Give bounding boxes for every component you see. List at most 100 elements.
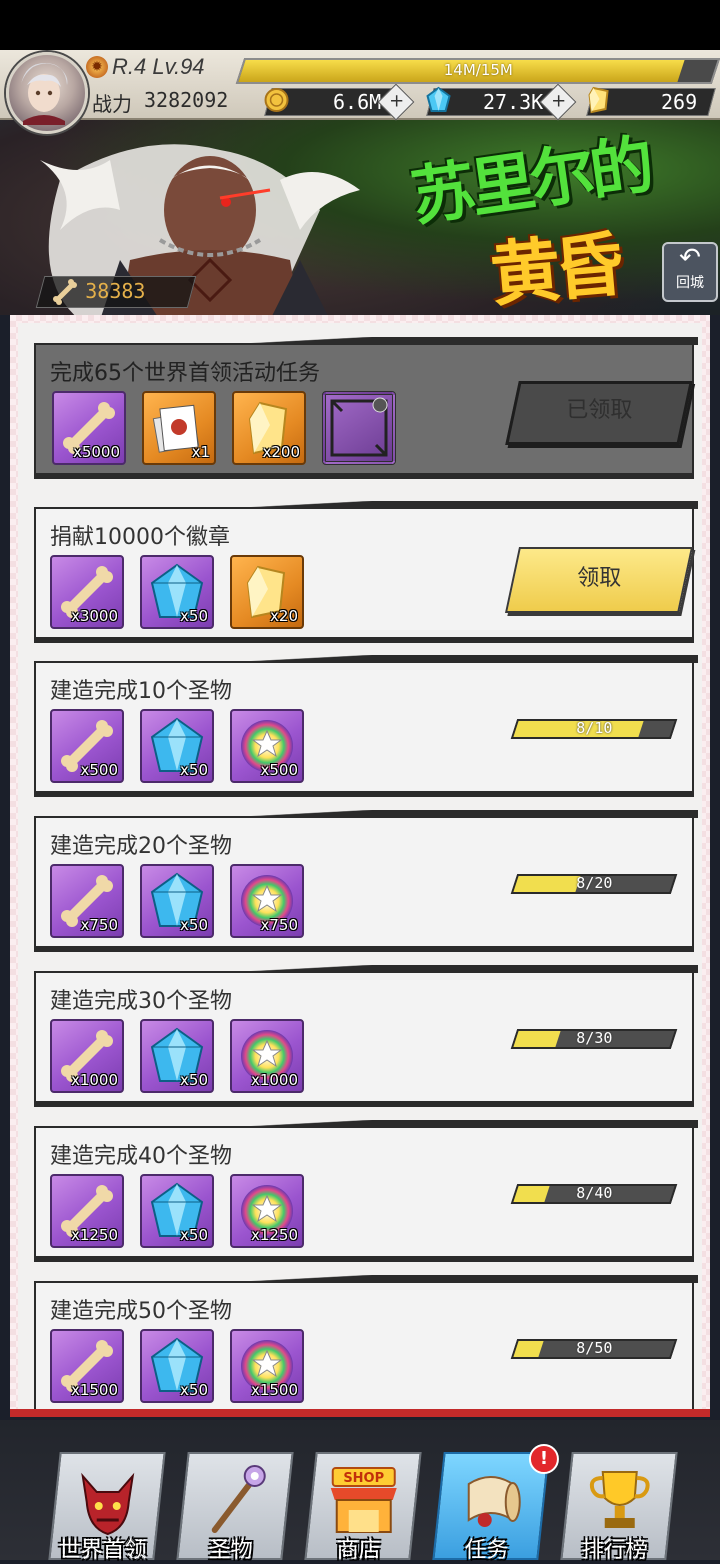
xp-text: 14M/15M xyxy=(443,61,513,79)
task-row: 建造完成50个圣物 x1500 x50 x1500 8/50 xyxy=(34,1275,698,1409)
event-title-line2: 黄昏 xyxy=(487,222,622,315)
reward-item[interactable]: x20 xyxy=(230,555,304,629)
reward-item[interactable]: x1000 xyxy=(50,1019,124,1093)
reward-qty: x1000 xyxy=(70,1071,118,1089)
task-progress-text: 8/20 xyxy=(576,874,613,892)
nav-shop[interactable]: SHOP 商店 xyxy=(304,1452,422,1563)
shop-stall-icon: SHOP xyxy=(330,1467,397,1533)
task-list[interactable]: 完成65个世界首领活动任务 x5000 x1 x200 已领取 捐献10000个… xyxy=(18,323,702,1409)
nav-relics[interactable]: 圣物 xyxy=(176,1452,294,1563)
reward-qty: x50 xyxy=(180,916,208,934)
nav-label: 商店 xyxy=(336,1538,381,1563)
task-title: 完成65个世界首领活动任务 xyxy=(50,361,320,386)
gold-value: 6.6M xyxy=(332,90,381,114)
reward-qty: x20 xyxy=(270,607,298,625)
reward-item[interactable]: x3000 xyxy=(50,555,124,629)
task-row: 建造完成20个圣物 x750 x50 x750 8/20 xyxy=(34,810,698,952)
power-value: 3282092 xyxy=(144,88,229,112)
reward-item[interactable]: x1 xyxy=(142,391,216,465)
event-header: ✹ R.4 Lv.94 14M/15M 战力 3282092 6.6M + 27… xyxy=(0,50,720,315)
reward-qty: x1 xyxy=(191,443,210,461)
demon-mask-icon xyxy=(81,1472,135,1536)
reward-item[interactable]: x200 xyxy=(232,391,306,465)
rank-badge-icon: ✹ xyxy=(86,56,108,78)
gem-resource: 27.3K + xyxy=(426,83,577,121)
task-row: 捐献10000个徽章 x3000 x50 x20 领取 xyxy=(34,501,698,643)
task-title: 建造完成30个圣物 xyxy=(50,989,232,1014)
reward-qty: x5000 xyxy=(72,443,120,461)
status-bar xyxy=(0,0,720,50)
task-title: 建造完成40个圣物 xyxy=(50,1144,232,1169)
reward-item[interactable]: x50 xyxy=(140,1174,214,1248)
blue-gem-icon xyxy=(426,86,451,112)
shop-sign-text: SHOP xyxy=(343,1471,384,1486)
task-progress-bar: 8/10 xyxy=(510,719,678,739)
reward-item[interactable]: x1500 xyxy=(230,1329,304,1403)
reward-item[interactable]: x500 xyxy=(230,709,304,783)
gem-value: 27.3K xyxy=(482,90,543,114)
nav-tasks[interactable]: ! 任务 xyxy=(432,1444,559,1563)
nav-world-boss[interactable]: 世界首领 xyxy=(48,1452,166,1563)
xp-bar: 14M/15M xyxy=(235,58,720,84)
reward-item[interactable]: x50 xyxy=(140,1329,214,1403)
task-progress-text: 8/40 xyxy=(576,1184,613,1202)
gold-resource: 6.6M + xyxy=(264,83,415,121)
task-panel: 完成65个世界首领活动任务 x5000 x1 x200 已领取 捐献10000个… xyxy=(10,315,710,1417)
reward-item[interactable]: x50 xyxy=(140,1019,214,1093)
reward-qty: x50 xyxy=(180,761,208,779)
claimed-label: 已领取 xyxy=(566,398,633,423)
reward-item[interactable]: x1250 xyxy=(230,1174,304,1248)
reward-qty: x1250 xyxy=(250,1226,298,1244)
task-title: 建造完成10个圣物 xyxy=(50,679,232,704)
claim-button[interactable]: 领取 xyxy=(504,547,694,613)
bottom-nav: 世界首领 圣物 SHOP 商店 ! 任务 排行榜 xyxy=(0,1420,720,1563)
reward-qty: x750 xyxy=(80,916,118,934)
reward-item[interactable]: x50 xyxy=(140,555,214,629)
reward-qty: x500 xyxy=(80,761,118,779)
reward-qty: x200 xyxy=(262,443,300,461)
nav-label: 圣物 xyxy=(208,1538,253,1563)
task-row: 建造完成10个圣物 x500 x50 x500 8/10 xyxy=(34,655,698,797)
task-progress-bar: 8/20 xyxy=(510,874,678,894)
claim-label: 领取 xyxy=(577,566,622,591)
return-arrow-icon: ↶ xyxy=(679,243,701,273)
reward-item[interactable]: x50 xyxy=(140,709,214,783)
reward-item[interactable]: x1250 xyxy=(50,1174,124,1248)
scepter-icon xyxy=(211,1465,266,1533)
reward-item[interactable]: x1500 xyxy=(50,1329,124,1403)
reward-qty: x50 xyxy=(180,607,208,625)
back-to-town-button[interactable]: ↶ 回城 xyxy=(662,242,718,302)
task-progress-bar: 8/50 xyxy=(510,1339,678,1359)
reward-item[interactable]: x750 xyxy=(50,864,124,938)
reward-qty: x50 xyxy=(180,1381,208,1399)
task-row: 完成65个世界首领活动任务 x5000 x1 x200 已领取 xyxy=(34,337,698,479)
reward-item[interactable] xyxy=(322,391,396,465)
power-label: 战力 xyxy=(92,92,132,116)
nav-leaderboard[interactable]: 排行榜 xyxy=(560,1452,678,1563)
reward-item[interactable]: x500 xyxy=(50,709,124,783)
task-row: 建造完成30个圣物 x1000 x50 x1000 8/30 xyxy=(34,965,698,1107)
reward-item[interactable]: x50 xyxy=(140,864,214,938)
task-row: 建造完成40个圣物 x1250 x50 x1250 8/40 xyxy=(34,1120,698,1262)
reward-qty: x50 xyxy=(180,1071,208,1089)
task-progress-bar: 8/30 xyxy=(510,1029,678,1049)
player-avatar[interactable] xyxy=(6,52,88,134)
reward-item[interactable]: x1000 xyxy=(230,1019,304,1093)
reward-qty: x1250 xyxy=(70,1226,118,1244)
event-currency: 38383 xyxy=(35,276,197,308)
task-title: 建造完成50个圣物 xyxy=(50,1299,232,1324)
nav-label: 排行榜 xyxy=(581,1538,648,1563)
reward-item[interactable]: x750 xyxy=(230,864,304,938)
reward-qty: x750 xyxy=(260,916,298,934)
reward-item[interactable]: x5000 xyxy=(52,391,126,465)
reward-qty: x3000 xyxy=(70,607,118,625)
crystal-resource: 269 xyxy=(586,86,716,116)
claimed-button[interactable]: 已领取 xyxy=(505,381,693,445)
bone-icon xyxy=(53,279,77,305)
task-title: 建造完成20个圣物 xyxy=(50,834,232,859)
event-title-logo: 苏里尔的 黄昏 xyxy=(407,128,690,315)
task-progress-bar: 8/40 xyxy=(510,1184,678,1204)
reward-qty: x50 xyxy=(180,1226,208,1244)
rank-level: R.4 Lv.94 xyxy=(112,54,205,79)
reward-qty: x500 xyxy=(260,761,298,779)
